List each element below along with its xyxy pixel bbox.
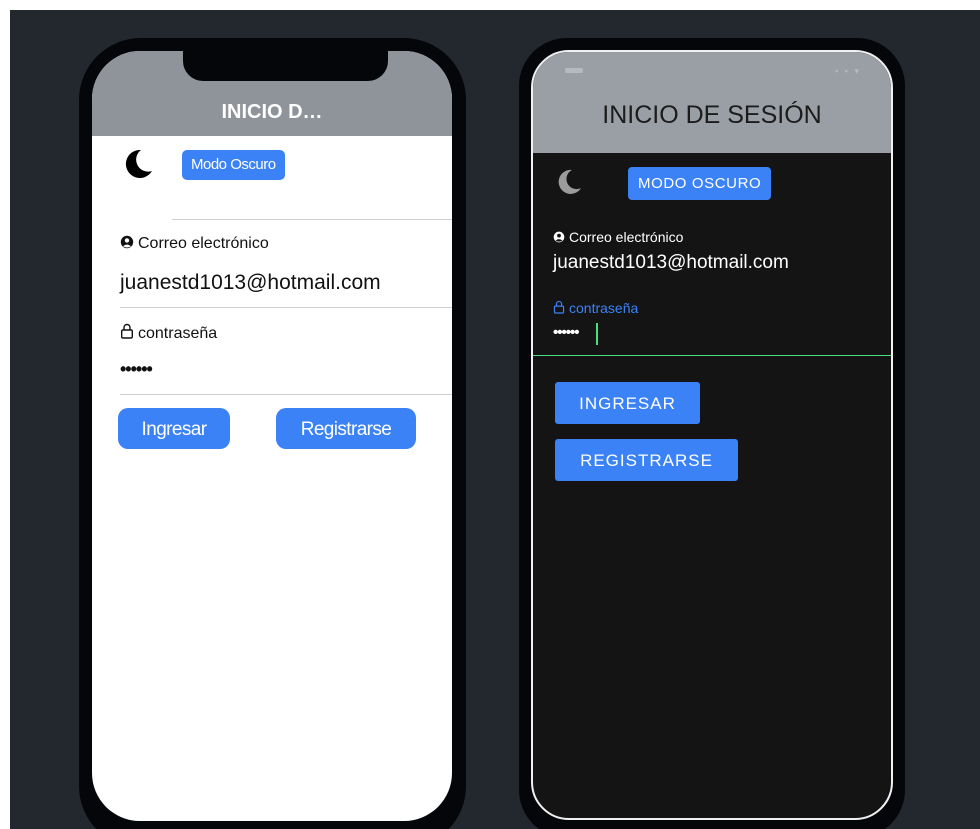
phone-light: INICIO D… Modo Oscuro Correo electrónico… xyxy=(79,38,466,829)
register-button[interactable]: Registrarse xyxy=(276,408,416,449)
canvas: INICIO D… Modo Oscuro Correo electrónico… xyxy=(10,10,980,829)
lock-icon xyxy=(121,323,134,339)
email-label-text: Correo electrónico xyxy=(138,235,269,252)
password-input[interactable]: •••••• xyxy=(553,324,579,341)
dark-screen: ▪ ▪ ▾ INICIO DE SESIÓN MODO OSCURO Corre… xyxy=(531,50,893,820)
phone-notch xyxy=(183,51,388,81)
login-button[interactable]: Ingresar xyxy=(118,408,230,449)
divider xyxy=(172,219,452,220)
light-screen: INICIO D… Modo Oscuro Correo electrónico… xyxy=(92,51,452,821)
register-button[interactable]: REGISTRARSE xyxy=(555,439,738,481)
moon-icon[interactable] xyxy=(120,147,154,181)
app-header: ▪ ▪ ▾ INICIO DE SESIÓN xyxy=(533,52,891,153)
email-label: Correo electrónico xyxy=(553,229,683,245)
dark-mode-button[interactable]: MODO OSCURO xyxy=(628,167,772,200)
password-focus-underline xyxy=(533,355,891,356)
password-label: contraseña xyxy=(120,323,217,343)
password-label-text: contraseña xyxy=(569,300,639,316)
password-input[interactable]: •••••• xyxy=(120,359,153,380)
email-underline xyxy=(120,307,452,308)
status-icons: ▪ ▪ ▾ xyxy=(835,66,861,76)
password-label-text: contraseña xyxy=(138,325,218,342)
email-label: Correo electrónico xyxy=(120,235,269,253)
phone-dark: ▪ ▪ ▾ INICIO DE SESIÓN MODO OSCURO Corre… xyxy=(519,38,905,829)
user-circle-icon xyxy=(120,235,134,249)
login-button[interactable]: INGRESAR xyxy=(555,382,700,424)
email-input[interactable]: juanestd1013@hotmail.com xyxy=(120,271,381,295)
password-underline xyxy=(120,394,452,395)
status-bar-left xyxy=(565,68,583,73)
page-title: INICIO D… xyxy=(221,101,323,123)
user-circle-icon xyxy=(553,231,565,243)
moon-icon[interactable] xyxy=(555,168,583,196)
lock-icon xyxy=(553,300,565,314)
email-label-text: Correo electrónico xyxy=(569,229,684,245)
email-input[interactable]: juanestd1013@hotmail.com xyxy=(553,252,789,274)
page-title: INICIO DE SESIÓN xyxy=(602,101,822,129)
password-label: contraseña xyxy=(553,300,638,316)
text-caret xyxy=(596,323,598,345)
dark-mode-button[interactable]: Modo Oscuro xyxy=(182,150,285,180)
